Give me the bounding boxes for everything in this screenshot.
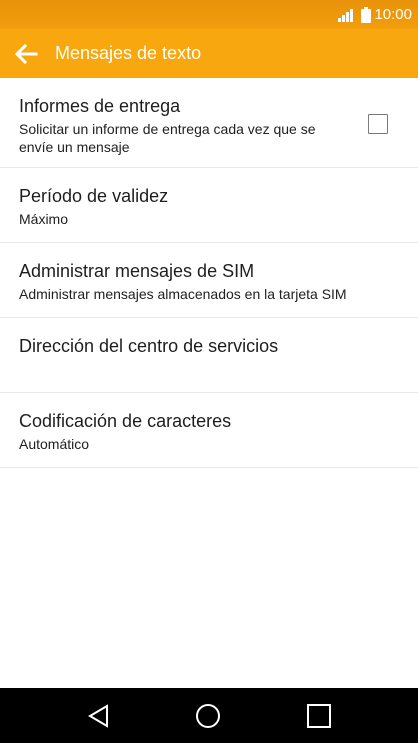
setting-title: Administrar mensajes de SIM [19, 261, 255, 281]
setting-title: Período de validez [19, 186, 169, 206]
setting-manage-sim-messages[interactable]: Administrar mensajes de SIM Administrar … [0, 243, 418, 318]
navigation-bar [0, 688, 418, 743]
setting-title: Informes de entrega [19, 96, 181, 116]
setting-character-encoding[interactable]: Codificación de caracteres Automático [0, 393, 418, 468]
setting-service-center-address[interactable]: Dirección del centro de servicios [0, 318, 418, 393]
setting-summary: Solicitar un informe de entrega cada vez… [19, 121, 316, 155]
setting-summary: Administrar mensajes almacenados en la t… [19, 286, 347, 302]
status-time: 10:00 [374, 6, 412, 23]
home-circle-icon [196, 704, 220, 728]
back-button[interactable] [8, 36, 44, 72]
setting-validity-period[interactable]: Período de validez Máximo [0, 168, 418, 243]
nav-back-button[interactable] [83, 700, 115, 732]
recents-square-icon [307, 704, 331, 728]
delivery-reports-checkbox[interactable] [368, 114, 388, 134]
status-indicators: 10:00 [338, 0, 412, 29]
nav-recents-button[interactable] [303, 700, 335, 732]
setting-title: Codificación de caracteres [19, 411, 232, 431]
battery-icon [361, 6, 372, 23]
signal-icon [338, 8, 354, 22]
setting-title: Dirección del centro de servicios [19, 336, 279, 356]
setting-delivery-reports[interactable]: Informes de entrega Solicitar un informe… [0, 78, 418, 168]
back-triangle-icon [88, 704, 108, 728]
status-bar: 10:00 [0, 0, 418, 29]
page-title: Mensajes de texto [55, 43, 202, 63]
setting-summary: Automático [19, 436, 90, 452]
setting-summary: Máximo [19, 211, 69, 227]
nav-home-button[interactable] [192, 700, 224, 732]
app-bar: Mensajes de texto [0, 29, 418, 78]
settings-list: Informes de entrega Solicitar un informe… [0, 78, 418, 468]
arrow-left-icon [14, 44, 38, 64]
